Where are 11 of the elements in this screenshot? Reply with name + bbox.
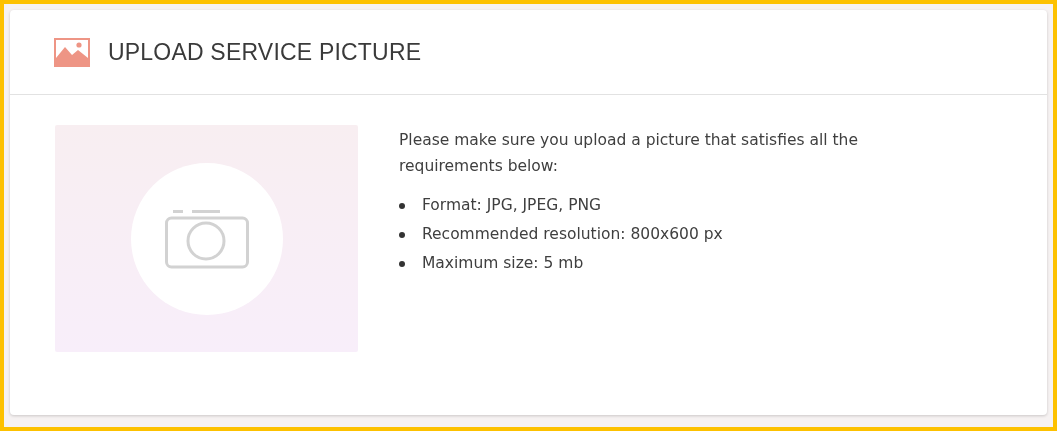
bullet-icon: [399, 231, 405, 238]
requirement-text: Recommended resolution: 800x600 px: [422, 224, 723, 245]
picture-placeholder[interactable]: [55, 125, 358, 352]
requirement-text: Maximum size: 5 mb: [422, 253, 584, 274]
bullet-icon: [399, 202, 405, 209]
requirement-text: Format: JPG, JPEG, PNG: [422, 195, 602, 216]
instructions-text: Please make sure you upload a picture that satisfies all the requirements below:: [399, 130, 859, 177]
bullet-icon: [399, 260, 405, 267]
panel-title: UPLOAD SERVICE PICTURE: [108, 38, 422, 66]
image-icon: [54, 37, 90, 67]
camera-icon: [164, 208, 249, 269]
